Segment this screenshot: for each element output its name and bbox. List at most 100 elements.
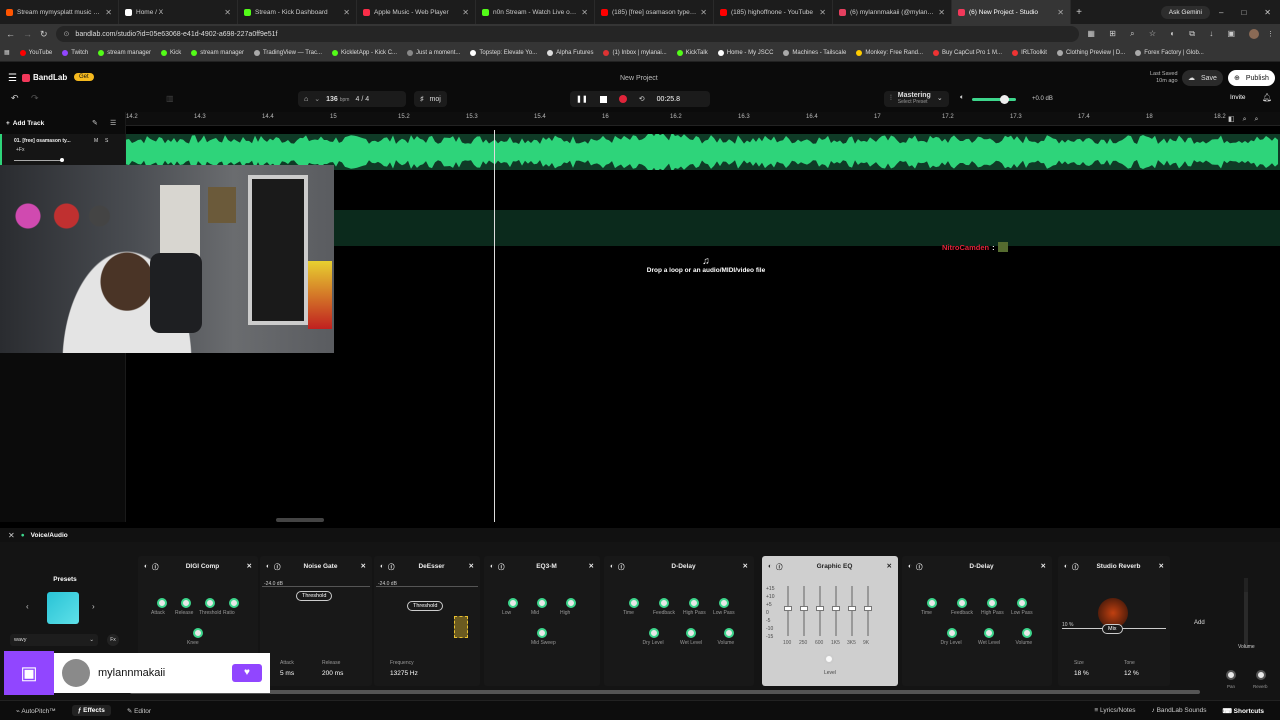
- apps-icon[interactable]: ▦: [4, 49, 10, 56]
- bookmark-item[interactable]: Alpha Futures: [547, 49, 593, 56]
- frequency-band[interactable]: [454, 616, 468, 638]
- menu-icon[interactable]: ⋮: [1267, 30, 1274, 38]
- close-icon[interactable]: ✕: [589, 562, 594, 570]
- power-toggle-icon[interactable]: ◐: [610, 563, 614, 570]
- get-badge[interactable]: Get: [74, 73, 94, 81]
- new-tab-button[interactable]: +: [1071, 7, 1087, 18]
- pause-icon[interactable]: ❚❚: [576, 95, 588, 103]
- effect-knob[interactable]: [689, 598, 699, 608]
- info-icon[interactable]: ⓘ: [274, 561, 281, 571]
- info-icon[interactable]: ⓘ: [152, 561, 159, 571]
- lyrics-tab[interactable]: ≡ Lyrics/Notes: [1094, 707, 1135, 714]
- zoom-controls[interactable]: ◧⌕⌕: [1228, 115, 1266, 124]
- eq-band-thumb[interactable]: [848, 606, 856, 611]
- add-effect-button[interactable]: Add: [1194, 620, 1205, 626]
- timeline-ruler[interactable]: 14.2 14.3 14.4 15 15.2 15.3 15.4 16 16.2 16.3 16.4…: [126, 112, 1280, 126]
- reload-icon[interactable]: ↻: [40, 29, 48, 40]
- eq-band-slider[interactable]: [867, 586, 869, 636]
- effect-knob[interactable]: [686, 628, 696, 638]
- effect-knob[interactable]: [984, 628, 994, 638]
- volume-thumb[interactable]: [1000, 95, 1009, 104]
- eq-band-slider[interactable]: [819, 586, 821, 636]
- mix-control[interactable]: Mix: [1102, 624, 1123, 634]
- browser-tab[interactable]: n0n Stream - Watch Live on Kick ✕: [476, 0, 595, 24]
- close-icon[interactable]: ✕: [1159, 562, 1164, 570]
- tab-close-icon[interactable]: ✕: [819, 8, 826, 17]
- preset-select[interactable]: wavy ⌄: [10, 634, 98, 646]
- track-fx-button[interactable]: +Fx: [16, 147, 24, 153]
- effect-knob[interactable]: [537, 628, 547, 638]
- horizontal-scrollbar[interactable]: [276, 518, 324, 522]
- browser-tab[interactable]: (6) mylannmakaii (@mylannmakaii) ✕: [833, 0, 952, 24]
- effect-knob[interactable]: [927, 598, 937, 608]
- tab-close-icon[interactable]: ✕: [462, 8, 469, 17]
- info-icon[interactable]: ⓘ: [916, 561, 923, 571]
- track-volume-slider[interactable]: [14, 160, 62, 161]
- browser-tab[interactable]: Stream mymysplatt music | Listen ✕: [0, 0, 119, 24]
- shortcuts-tab[interactable]: ⌨ Shortcuts: [1222, 707, 1264, 715]
- pan-knob[interactable]: [1226, 670, 1236, 680]
- time-signature[interactable]: 4 / 4: [355, 96, 369, 103]
- autopitch-tab[interactable]: ⌁ AutoPitch™: [16, 707, 56, 715]
- effect-knob[interactable]: [648, 628, 659, 638]
- track-volume-thumb[interactable]: [60, 158, 64, 162]
- browser-tab[interactable]: Apple Music - Web Player ✕: [357, 0, 476, 24]
- power-toggle-icon[interactable]: ◐: [144, 563, 148, 570]
- browser-tab[interactable]: Stream - Kick Dashboard ✕: [238, 0, 357, 24]
- tab-close-icon[interactable]: ✕: [938, 8, 945, 17]
- bookmark-item[interactable]: IRLToolkit: [1012, 49, 1047, 56]
- magic-icon[interactable]: ✎: [92, 119, 98, 127]
- bookmark-item[interactable]: stream manager: [98, 49, 151, 56]
- tab-close-icon[interactable]: ✕: [581, 8, 588, 17]
- profile-avatar[interactable]: [1249, 29, 1259, 39]
- preset-thumbnail[interactable]: [47, 592, 79, 624]
- tab-close-icon[interactable]: ✕: [700, 8, 707, 17]
- eq-band-thumb[interactable]: [816, 606, 824, 611]
- key-button[interactable]: ♯ moj: [414, 91, 447, 107]
- bookmark-item[interactable]: Topstep: Elevate Yo...: [470, 49, 537, 56]
- effect-knob[interactable]: [566, 598, 576, 608]
- effect-knob[interactable]: [987, 598, 997, 608]
- close-icon[interactable]: ✕: [247, 562, 252, 570]
- bandlab-logo[interactable]: BandLab: [22, 73, 67, 82]
- prev-preset-icon[interactable]: ‹: [26, 602, 29, 611]
- effect-plugin[interactable]: ◐ ⓘ DeEsser ✕ -24.0 dB Threshold Frequency 1327…: [374, 556, 480, 686]
- editor-tab[interactable]: ✎ Editor: [127, 707, 151, 715]
- threshold-control[interactable]: Threshold: [407, 601, 444, 611]
- power-toggle-icon[interactable]: ◐: [908, 563, 912, 570]
- eq-band-thumb[interactable]: [784, 606, 792, 611]
- back-icon[interactable]: ←: [6, 29, 15, 39]
- frequency-value[interactable]: 13275 Hz: [390, 670, 418, 677]
- stop-icon[interactable]: [599, 95, 607, 103]
- effect-knob[interactable]: [723, 628, 734, 638]
- ask-gemini-button[interactable]: Ask Gemini: [1160, 5, 1210, 19]
- close-icon[interactable]: ✕: [743, 562, 748, 570]
- forward-icon[interactable]: →: [23, 29, 32, 39]
- grid-icon[interactable]: ▥: [166, 94, 174, 103]
- site-info-icon[interactable]: ⊙: [64, 30, 70, 38]
- effect-knob[interactable]: [946, 628, 957, 638]
- bookmark-item[interactable]: KickletApp - Kick C...: [332, 49, 397, 56]
- tab-close-icon[interactable]: ✕: [105, 8, 112, 17]
- release-value[interactable]: 200 ms: [322, 670, 343, 677]
- eq-band-thumb[interactable]: [800, 606, 808, 611]
- effect-knob[interactable]: [181, 598, 191, 608]
- effect-knob[interactable]: [193, 628, 203, 638]
- publish-button[interactable]: ⊕ Publish: [1228, 70, 1275, 86]
- effects-tab[interactable]: ƒ Effects: [71, 705, 111, 716]
- effect-plugin[interactable]: ◐ ⓘ EQ3-M ✕ Low Mid High Mid Sweep: [484, 556, 600, 686]
- playhead[interactable]: [494, 130, 495, 522]
- solo-button[interactable]: S: [105, 138, 108, 144]
- bookmark-item[interactable]: Buy CapCut Pro 1 M...: [933, 49, 1002, 56]
- save-button[interactable]: ☁ Save: [1182, 70, 1223, 86]
- add-track-button[interactable]: + Add Track: [6, 120, 44, 127]
- effect-knob[interactable]: [157, 598, 167, 608]
- chevron-down-icon[interactable]: ⌄: [314, 95, 320, 103]
- hamburger-menu-icon[interactable]: ☰: [8, 73, 17, 84]
- bookmark-item[interactable]: Machines - Tailscale: [783, 49, 846, 56]
- info-icon[interactable]: ⓘ: [618, 561, 625, 571]
- bookmark-item[interactable]: Home - My JSCC: [717, 49, 773, 56]
- effect-plugin[interactable]: ◐ ⓘ Graphic EQ ✕ +15 +10 +5 0 -5 -10 -15 100 250 600 1…: [762, 556, 898, 686]
- info-icon[interactable]: ⓘ: [1072, 561, 1079, 571]
- level-knob[interactable]: [824, 654, 834, 664]
